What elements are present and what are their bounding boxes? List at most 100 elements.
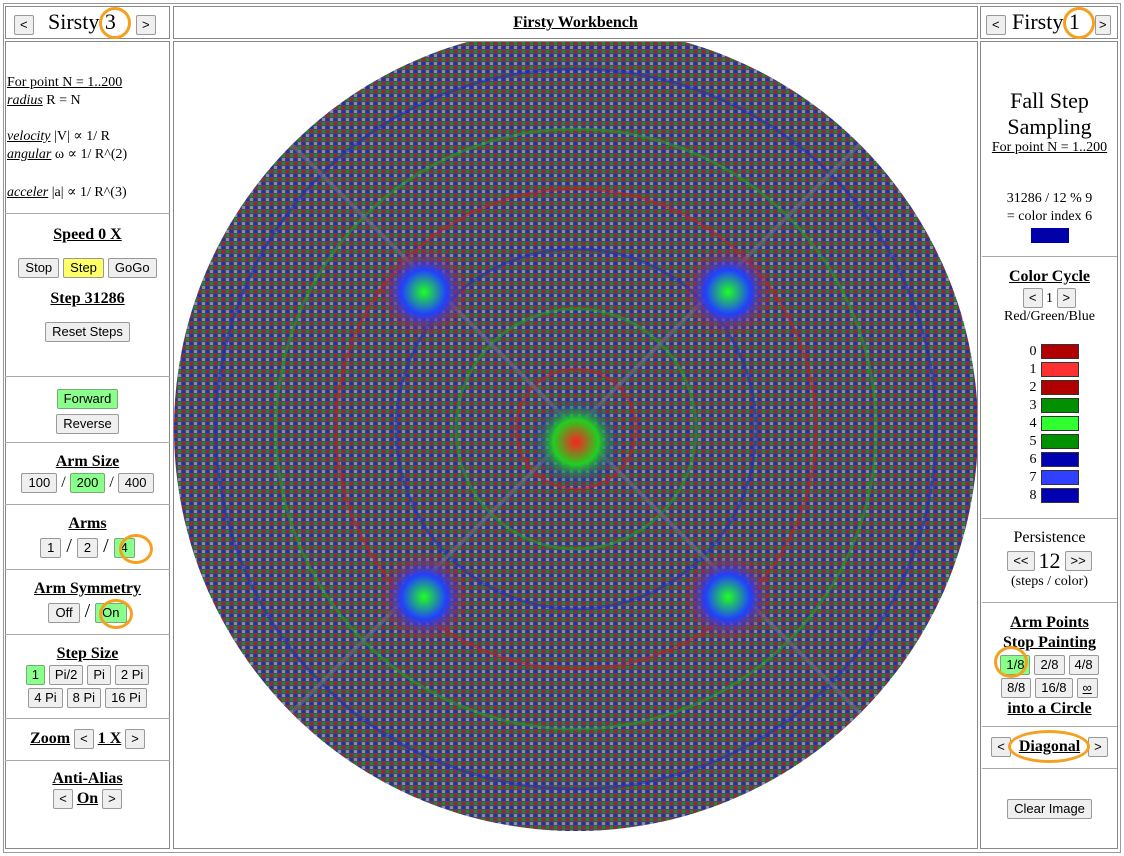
palette-index: 0 [1029, 344, 1037, 359]
color-cycle-next-button[interactable]: > [1056, 288, 1077, 308]
symmetry-off-button[interactable]: Off [48, 603, 80, 623]
arm-size-400-button[interactable]: 400 [117, 473, 154, 493]
arm-symmetry-title[interactable]: Arm Symmetry [5, 580, 170, 598]
stop-button[interactable]: Stop [18, 258, 60, 278]
step-size-section: Step Size 1 Pi/2 Pi 2 Pi 4 Pi 8 Pi 16 Pi [5, 634, 170, 718]
step-size-8pi-button[interactable]: 8 Pi [66, 688, 102, 708]
persistence-value: 12 [1038, 548, 1061, 573]
speed-section: Speed 0 X Stop Step GoGo Step 31286 Rese… [5, 213, 170, 376]
arms-1-button[interactable]: 1 [40, 538, 62, 558]
arm-points-1-8-button[interactable]: 1/8 [1000, 655, 1031, 675]
formula-for-point[interactable]: For point N = 1..200 [7, 74, 167, 92]
sirsty-title: Sirsty 3 [48, 9, 116, 34]
firsty-next-button[interactable]: > [1095, 15, 1111, 35]
arm-size-200-button[interactable]: 200 [69, 473, 106, 493]
persistence-title: Persistence [1013, 529, 1086, 546]
stop-painting-title[interactable]: Stop Painting [982, 633, 1117, 653]
zoom-next-button[interactable]: > [125, 729, 145, 749]
clear-section: Clear Image [982, 768, 1117, 848]
radius-link[interactable]: radius [7, 93, 43, 108]
step-size-2pi-button[interactable]: 2 Pi [114, 665, 150, 685]
persistence-next-button[interactable]: >> [1064, 550, 1092, 571]
arms-4-button[interactable]: 4 [113, 538, 135, 558]
acceler-link[interactable]: acceler [7, 185, 48, 200]
reset-steps-button[interactable]: Reset Steps [45, 322, 130, 342]
canvas-panel [173, 41, 978, 849]
anti-alias-next-button[interactable]: > [102, 789, 122, 809]
current-color-swatch [1030, 228, 1069, 243]
color-cycle-prev-button[interactable]: < [1022, 288, 1043, 308]
arm-points-infinity-button[interactable]: ∞ [1076, 678, 1098, 698]
pattern-prev-button[interactable]: < [991, 737, 1011, 757]
anti-alias-value[interactable]: On [77, 790, 98, 807]
step-size-4pi-button[interactable]: 4 Pi [28, 688, 63, 708]
color-cycle-value: 1 [1046, 291, 1053, 306]
arm-size-title[interactable]: Arm Size [5, 453, 170, 471]
right-header: < Firsty 1 > [980, 6, 1118, 39]
arm-size-section: Arm Size 100 / 200 / 400 [5, 442, 170, 504]
palette-row: 8 [982, 487, 1117, 505]
persistence-desc: (steps / color) [1011, 574, 1088, 589]
arms-2-button[interactable]: 2 [76, 538, 99, 558]
arms-title[interactable]: Arms [5, 515, 170, 533]
palette-swatch[interactable] [1040, 398, 1079, 414]
palette-swatch[interactable] [1040, 488, 1079, 504]
zoom-prev-button[interactable]: < [74, 729, 94, 749]
pattern-canvas[interactable] [174, 42, 977, 848]
palette-swatch[interactable] [1040, 434, 1079, 450]
sirsty-prev-button[interactable]: < [14, 15, 34, 35]
arm-size-100-button[interactable]: 100 [21, 473, 58, 493]
step-size-pi-button[interactable]: Pi [87, 665, 111, 685]
anti-alias-title[interactable]: Anti-Alias [5, 770, 170, 788]
pattern-value[interactable]: Diagonal [1015, 738, 1084, 755]
reverse-button[interactable]: Reverse [56, 414, 119, 434]
forward-button[interactable]: Forward [56, 389, 119, 409]
sampling-subtitle[interactable]: For point N = 1..200 [982, 140, 1117, 156]
sirsty-next-button[interactable]: > [136, 15, 156, 35]
into-circle-title[interactable]: into a Circle [982, 700, 1117, 718]
separator: / [103, 535, 109, 557]
acceler-formula: |a| ∝ 1/ R^(3) [48, 185, 127, 200]
palette-swatch[interactable] [1040, 452, 1079, 468]
clear-image-button[interactable]: Clear Image [1007, 799, 1092, 819]
speed-title[interactable]: Speed 0 X [5, 226, 170, 244]
step-size-pi-half-button[interactable]: Pi/2 [48, 665, 84, 685]
step-count[interactable]: Step 31286 [5, 290, 170, 308]
zoom-value[interactable]: 1 X [98, 730, 122, 747]
separator: / [61, 474, 66, 491]
step-button[interactable]: Step [63, 258, 104, 278]
palette-row: 0 [982, 343, 1117, 361]
palette-row: 7 [982, 469, 1117, 487]
firsty-prev-button[interactable]: < [986, 15, 1006, 35]
sampling-block: Fall Step Sampling For point N = 1..200 … [982, 88, 1117, 243]
formula-block: For point N = 1..200 radius R = N veloci… [7, 74, 167, 202]
workbench-title[interactable]: Firsty Workbench [513, 14, 638, 31]
angular-link[interactable]: angular [7, 147, 51, 162]
persistence-prev-button[interactable]: << [1007, 550, 1035, 571]
arm-points-16-8-button[interactable]: 16/8 [1035, 678, 1073, 698]
arm-points-8-8-button[interactable]: 8/8 [1001, 678, 1032, 698]
separator: / [84, 600, 91, 622]
palette-index: 8 [1029, 488, 1037, 503]
arm-points-4-8-button[interactable]: 4/8 [1068, 655, 1099, 675]
symmetry-on-button[interactable]: On [95, 603, 127, 623]
step-size-1-button[interactable]: 1 [25, 665, 45, 685]
color-cycle-section: Color Cycle < 1 > Red/Green/Blue 0 1 2 3 4 5 6… [982, 256, 1117, 518]
palette-swatch[interactable] [1040, 380, 1079, 396]
zoom-title[interactable]: Zoom [30, 730, 70, 747]
arm-points-title[interactable]: Arm Points [982, 613, 1117, 633]
step-size-title[interactable]: Step Size [5, 645, 170, 663]
step-size-16pi-button[interactable]: 16 Pi [105, 688, 147, 708]
arm-points-2-8-button[interactable]: 2/8 [1034, 655, 1065, 675]
palette-swatch[interactable] [1040, 362, 1079, 378]
angular-formula: ω ∝ 1/ R^(2) [51, 147, 128, 162]
anti-alias-prev-button[interactable]: < [53, 789, 73, 809]
pattern-next-button[interactable]: > [1088, 737, 1108, 757]
palette-swatch[interactable] [1040, 344, 1079, 360]
palette-swatch[interactable] [1040, 470, 1079, 486]
palette-swatch[interactable] [1040, 416, 1079, 432]
gogo-button[interactable]: GoGo [107, 258, 157, 278]
velocity-link[interactable]: velocity [7, 129, 51, 144]
sampling-title-1: Fall Step [1010, 88, 1089, 113]
color-cycle-title[interactable]: Color Cycle [982, 268, 1117, 286]
